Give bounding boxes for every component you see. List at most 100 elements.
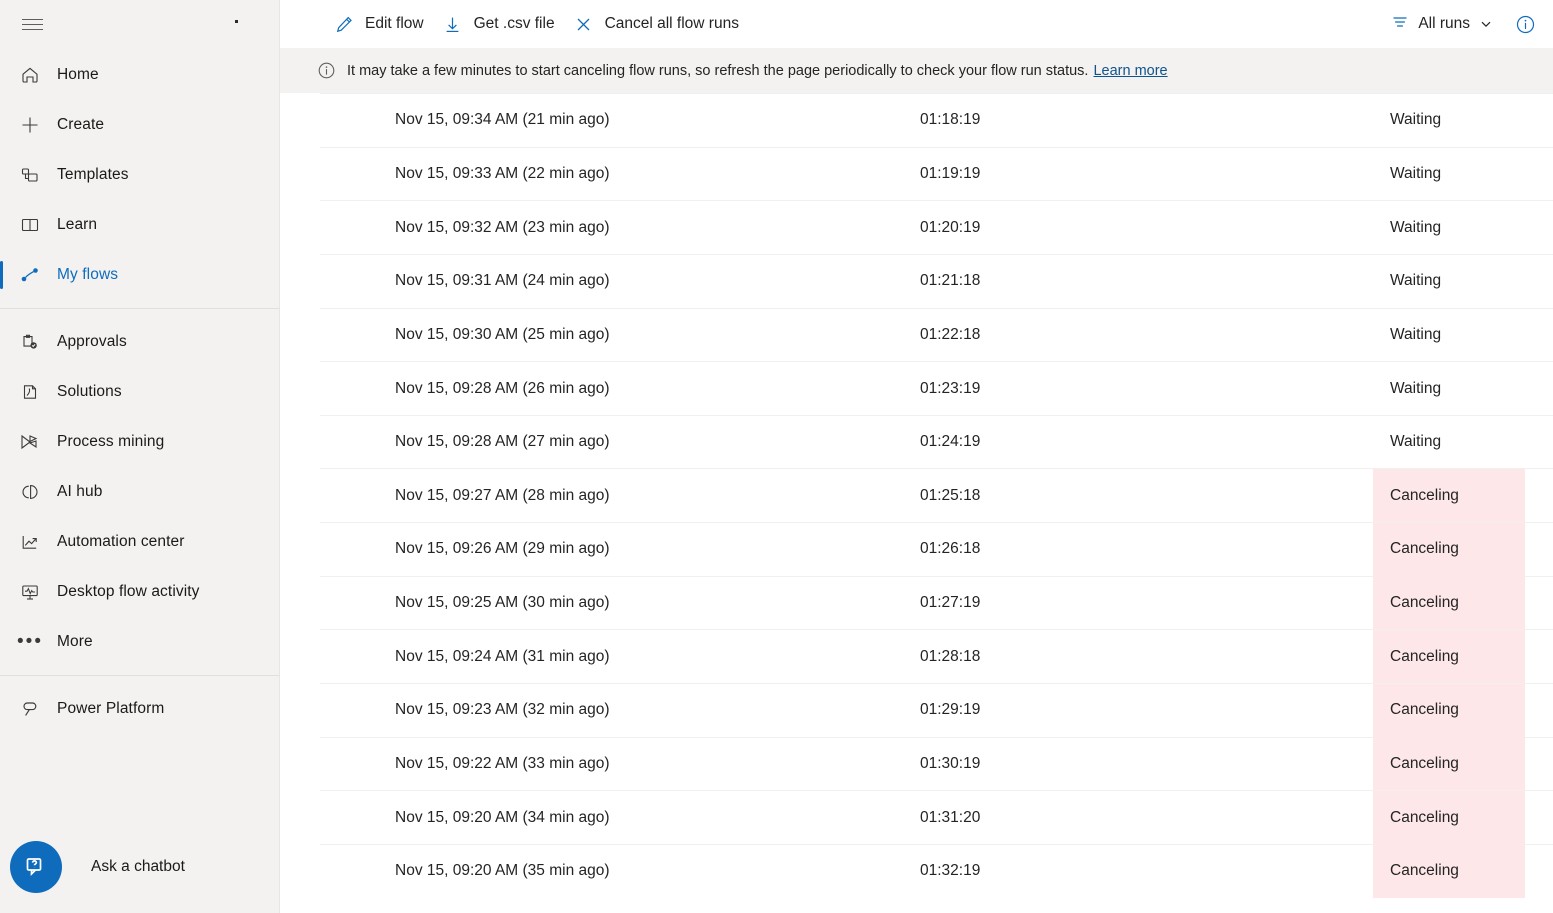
power-platform-icon <box>10 689 50 729</box>
sidebar-item-label: Desktop flow activity <box>57 583 200 601</box>
sidebar-item-power-platform[interactable]: Power Platform <box>0 684 279 734</box>
plus-icon <box>10 105 50 145</box>
table-row[interactable]: Nov 15, 09:33 AM (22 min ago)01:19:19Wai… <box>320 147 1553 201</box>
run-duration-cell: 01:21:18 <box>920 272 980 290</box>
info-message-bar: It may take a few minutes to start cance… <box>280 48 1553 93</box>
sidebar-item-templates[interactable]: Templates <box>0 150 279 200</box>
run-status-cell: Waiting <box>1373 362 1525 416</box>
sidebar-item-create[interactable]: Create <box>0 100 279 150</box>
table-row[interactable]: Nov 15, 09:32 AM (23 min ago)01:20:19Wai… <box>320 200 1553 254</box>
sidebar-item-label: Home <box>57 66 99 84</box>
book-icon <box>10 205 50 245</box>
info-circle-icon <box>315 60 337 82</box>
cursor-dot-artifact <box>235 20 238 23</box>
table-row[interactable]: Nov 15, 09:25 AM (30 min ago) 01:27:19 Can… <box>320 576 1553 630</box>
sidebar-item-my-flows[interactable]: My flows <box>0 250 279 300</box>
learn-more-link[interactable]: Learn more <box>1093 63 1167 79</box>
table-row[interactable]: Nov 15, 09:34 AM (21 min ago)01:18:19Wai… <box>320 93 1553 147</box>
sidebar-item-label: Create <box>57 116 104 134</box>
hamburger-menu-icon[interactable] <box>12 4 52 44</box>
automation-center-icon <box>10 522 50 562</box>
table-row[interactable]: Nov 15, 09:20 AM (34 min ago)01:31:20Can… <box>320 790 1553 844</box>
run-status-cell: Canceling <box>1373 576 1525 630</box>
run-status-cell: Canceling <box>1373 630 1525 684</box>
sidebar-header <box>0 0 279 48</box>
process-mining-icon <box>10 422 50 462</box>
table-row[interactable]: Nov 15, 09:20 AM (35 min ago)01:32:19Can… <box>320 844 1553 898</box>
ask-a-chatbot-button[interactable]: Ask a chatbot <box>0 829 280 905</box>
chevron-down-icon <box>1479 17 1493 31</box>
run-start-cell: Nov 15, 09:26 AM (29 min ago) <box>395 540 610 558</box>
run-duration-cell: 01:31:20 <box>920 809 980 827</box>
run-start-cell: Nov 15, 09:28 AM (27 min ago) <box>395 433 610 451</box>
run-duration-cell: 01:30:19 <box>920 755 980 773</box>
left-navigation-sidebar: Home Create Templates <box>0 0 280 913</box>
run-status-cell: Waiting <box>1373 94 1525 148</box>
run-status-cell: Waiting <box>1373 308 1525 362</box>
flow-runs-table: Nov 15, 09:34 AM (21 min ago)01:18:19Wai… <box>280 93 1553 913</box>
run-status-cell: Canceling <box>1373 844 1525 898</box>
chatbot-icon <box>10 841 62 893</box>
get-csv-file-button[interactable]: Get .csv file <box>433 7 564 41</box>
table-row[interactable]: Nov 15, 09:28 AM (26 min ago)01:23:19Wai… <box>320 361 1553 415</box>
sidebar-item-label: Automation center <box>57 533 185 551</box>
run-start-cell: Nov 15, 09:25 AM (30 min ago) <box>395 594 610 612</box>
all-runs-filter-dropdown[interactable]: All runs <box>1383 7 1501 41</box>
sidebar-item-label: My flows <box>57 266 118 284</box>
sidebar-item-desktop-flow-activity[interactable]: Desktop flow activity <box>0 567 279 617</box>
run-start-cell: Nov 15, 09:32 AM (23 min ago) <box>395 219 610 237</box>
flow-runs-row-container: Nov 15, 09:34 AM (21 min ago)01:18:19Wai… <box>280 93 1553 898</box>
sidebar-item-ai-hub[interactable]: AI hub <box>0 467 279 517</box>
filter-icon <box>1391 13 1409 36</box>
table-row[interactable]: Nov 15, 09:26 AM (29 min ago)01:26:18Can… <box>320 522 1553 576</box>
run-duration-cell: 01:32:19 <box>920 862 980 880</box>
app-root: Home Create Templates <box>0 0 1553 913</box>
sidebar-item-process-mining[interactable]: Process mining <box>0 417 279 467</box>
flows-icon <box>10 255 50 295</box>
sidebar-divider-2 <box>0 675 279 676</box>
sidebar-item-label: Templates <box>57 166 129 184</box>
run-start-cell: Nov 15, 09:27 AM (28 min ago) <box>395 487 610 505</box>
sidebar-item-home[interactable]: Home <box>0 50 279 100</box>
table-row[interactable]: Nov 15, 09:30 AM (25 min ago)01:22:18Wai… <box>320 308 1553 362</box>
home-icon <box>10 55 50 95</box>
run-status-cell: Canceling <box>1373 684 1525 738</box>
info-button[interactable] <box>1507 6 1543 42</box>
run-duration-cell: 01:26:18 <box>920 540 980 558</box>
run-status-cell: Canceling <box>1373 469 1525 523</box>
run-start-cell: Nov 15, 09:33 AM (22 min ago) <box>395 165 610 183</box>
run-status-cell: Waiting <box>1373 415 1525 469</box>
sidebar-item-solutions[interactable]: Solutions <box>0 367 279 417</box>
cancel-all-flow-runs-button[interactable]: Cancel all flow runs <box>564 7 748 41</box>
sidebar-item-more[interactable]: ••• More <box>0 617 279 667</box>
edit-flow-label: Edit flow <box>365 15 424 33</box>
ellipsis-icon: ••• <box>10 622 50 662</box>
run-duration-cell: 01:24:19 <box>920 433 980 451</box>
run-duration-cell: 01:20:19 <box>920 219 980 237</box>
close-icon <box>573 13 595 35</box>
run-duration-cell: 01:27:19 <box>920 594 980 612</box>
sidebar-item-label: AI hub <box>57 483 102 501</box>
table-row[interactable]: Nov 15, 09:22 AM (33 min ago)01:30:19Can… <box>320 737 1553 791</box>
run-status-cell: Canceling <box>1373 737 1525 791</box>
sidebar-divider-1 <box>0 308 279 309</box>
cancel-all-flow-runs-label: Cancel all flow runs <box>605 15 739 33</box>
sidebar-item-label: Power Platform <box>57 700 164 718</box>
table-row[interactable]: Nov 15, 09:27 AM (28 min ago) 01:25:18 Can… <box>320 468 1553 522</box>
sidebar-item-learn[interactable]: Learn <box>0 200 279 250</box>
sidebar-item-label: Approvals <box>57 333 127 351</box>
sidebar-nav-list: Home Create Templates <box>0 50 279 734</box>
ask-a-chatbot-label: Ask a chatbot <box>91 858 185 876</box>
table-row[interactable]: Nov 15, 09:31 AM (24 min ago)01:21:18Wai… <box>320 254 1553 308</box>
run-start-cell: Nov 15, 09:34 AM (21 min ago) <box>395 111 610 129</box>
sidebar-item-approvals[interactable]: Approvals <box>0 317 279 367</box>
edit-flow-button[interactable]: Edit flow <box>324 7 433 41</box>
run-status-cell: Waiting <box>1373 147 1525 201</box>
sidebar-item-automation-center[interactable]: Automation center <box>0 517 279 567</box>
run-duration-cell: 01:25:18 <box>920 487 980 505</box>
table-row[interactable]: Nov 15, 09:28 AM (27 min ago) 01:24:19 Wai… <box>320 415 1553 469</box>
table-row[interactable]: Nov 15, 09:23 AM (32 min ago)01:29:19Can… <box>320 683 1553 737</box>
main-content: Edit flow Get .csv file <box>280 0 1553 913</box>
table-row[interactable]: Nov 15, 09:24 AM (31 min ago)01:28:18Can… <box>320 629 1553 683</box>
run-start-cell: Nov 15, 09:28 AM (26 min ago) <box>395 380 610 398</box>
